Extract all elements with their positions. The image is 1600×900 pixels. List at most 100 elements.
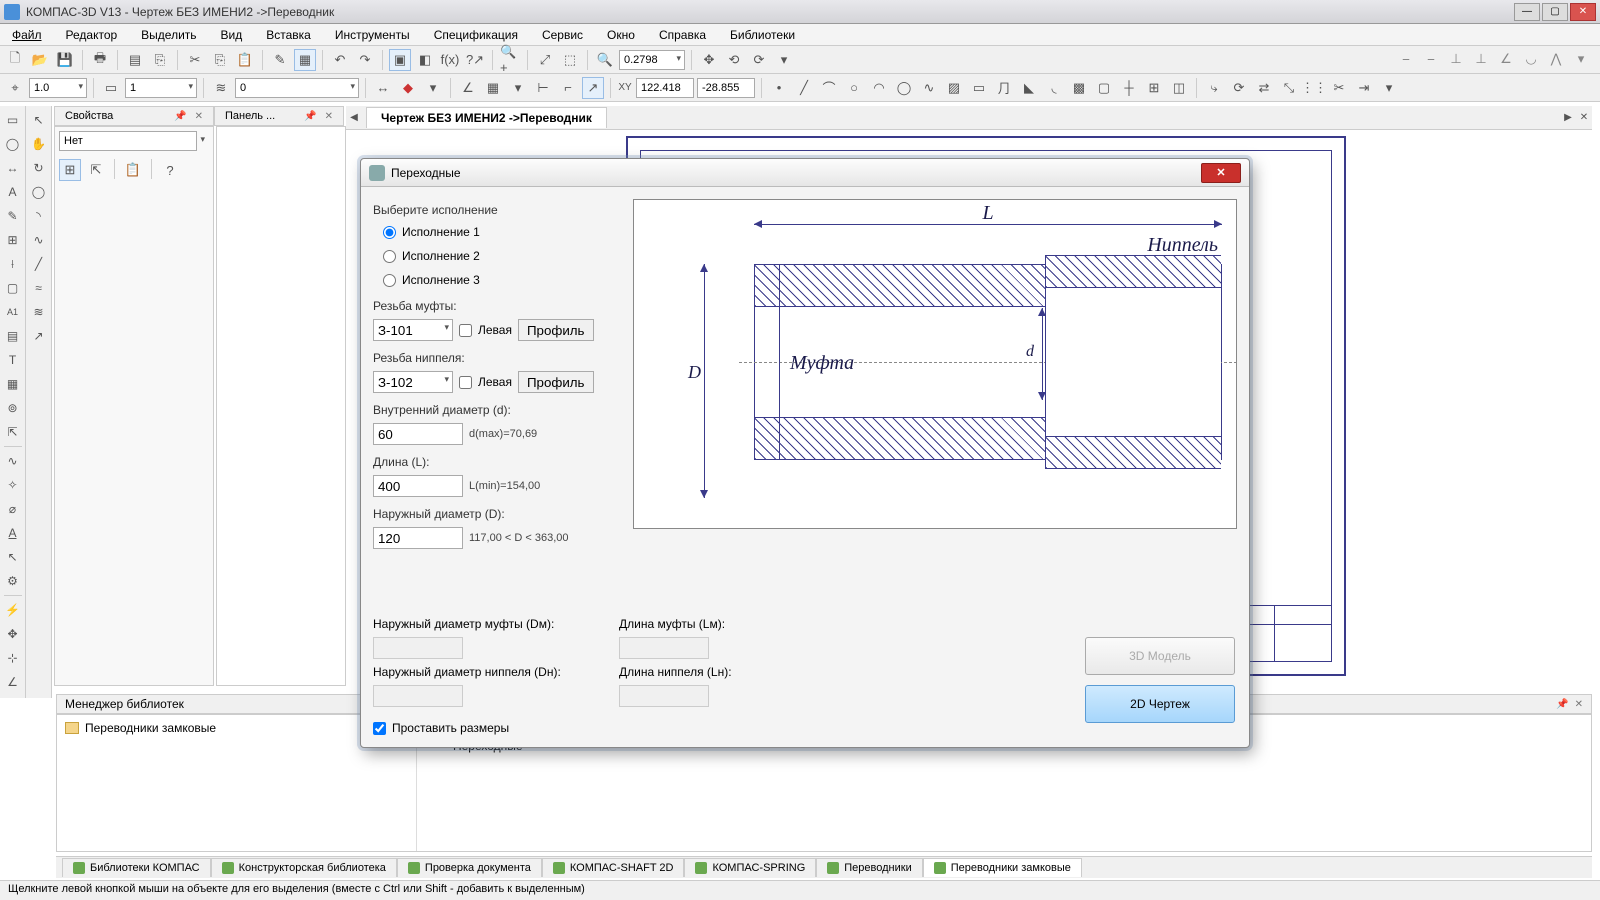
tree-panel-tab[interactable]: Панель ... 📌 ✕ bbox=[214, 106, 344, 126]
spline3-icon[interactable]: ≋ bbox=[29, 302, 49, 322]
2d-drawing-button[interactable]: 2D Чертеж bbox=[1085, 685, 1235, 723]
spline2-icon[interactable]: ≈ bbox=[29, 278, 49, 298]
close-icon[interactable]: ✕ bbox=[195, 111, 203, 122]
menu-insert[interactable]: Вставка bbox=[262, 26, 315, 44]
light-icon[interactable]: ⚡ bbox=[3, 600, 23, 620]
save-icon[interactable]: 💾 bbox=[54, 49, 76, 71]
thread-n-input[interactable] bbox=[373, 371, 453, 393]
select-icon[interactable]: ▭ bbox=[3, 110, 23, 130]
arc2-icon[interactable]: ◠ bbox=[868, 77, 890, 99]
cut-icon[interactable]: ✂ bbox=[184, 49, 206, 71]
pin-icon[interactable]: ⊹ bbox=[3, 648, 23, 668]
out-icon[interactable]: ↗ bbox=[29, 326, 49, 346]
zoom-window-icon[interactable]: ⬚ bbox=[559, 49, 581, 71]
radio-3[interactable] bbox=[383, 274, 396, 287]
tab-libs-kompas[interactable]: Библиотеки КОМПАС bbox=[62, 858, 211, 877]
preview-icon[interactable]: ▤ bbox=[124, 49, 146, 71]
fx-icon[interactable]: f(x) bbox=[439, 49, 461, 71]
param-icon[interactable]: ⊞ bbox=[3, 230, 23, 250]
segment-icon[interactable]: ╱ bbox=[793, 77, 815, 99]
layers-icon[interactable]: ≋ bbox=[210, 77, 232, 99]
target-icon[interactable]: ✥ bbox=[3, 624, 23, 644]
thread-icon[interactable]: ⌀ bbox=[3, 499, 23, 519]
move-icon[interactable]: ⤷ bbox=[1203, 77, 1225, 99]
coord-y-input[interactable] bbox=[697, 78, 755, 98]
font-icon[interactable]: A bbox=[3, 523, 23, 543]
loop-icon[interactable]: ↻ bbox=[29, 158, 49, 178]
snap-icon[interactable]: ⌖ bbox=[4, 77, 26, 99]
hatch-icon[interactable]: ▩ bbox=[1068, 77, 1090, 99]
rotate-icon[interactable]: ⟳ bbox=[1228, 77, 1250, 99]
tab-prev-icon[interactable]: ◀ bbox=[346, 112, 362, 123]
spec-icon[interactable]: A1 bbox=[3, 302, 23, 322]
tab-lock-adapters[interactable]: Переводники замковые bbox=[923, 858, 1082, 877]
layer-mgr-icon[interactable]: ▭ bbox=[100, 77, 122, 99]
pan-icon[interactable]: ✥ bbox=[698, 49, 720, 71]
menu-help[interactable]: Справка bbox=[655, 26, 710, 44]
ortho-icon[interactable]: ⌐ bbox=[557, 77, 579, 99]
trim-icon[interactable]: ✂ bbox=[1328, 77, 1350, 99]
close-icon[interactable]: ✕ bbox=[325, 111, 333, 122]
properties-panel-tab[interactable]: Свойства 📌 ✕ bbox=[54, 106, 214, 126]
zoom-in-icon[interactable]: 🔍+ bbox=[499, 49, 521, 71]
tab-next-icon[interactable]: ▶ bbox=[1560, 112, 1576, 123]
dim-icon[interactable]: ↔ bbox=[372, 77, 394, 99]
circle2-icon[interactable]: ⊚ bbox=[3, 398, 23, 418]
chevron-down-icon[interactable]: ▾ bbox=[1378, 77, 1400, 99]
arc-icon[interactable]: ⌒ bbox=[818, 77, 840, 99]
angle-icon[interactable]: ∠ bbox=[457, 77, 479, 99]
coord-x-input[interactable] bbox=[636, 78, 694, 98]
chamfer-icon[interactable]: ◣ bbox=[1018, 77, 1040, 99]
pin-icon[interactable]: 📌 bbox=[304, 111, 316, 122]
ellipse-icon[interactable]: ◯ bbox=[893, 77, 915, 99]
scale-input[interactable] bbox=[29, 78, 87, 98]
text-icon[interactable]: T bbox=[3, 350, 23, 370]
perp2-icon[interactable]: ⊥ bbox=[1470, 48, 1492, 70]
menu-spec[interactable]: Спецификация bbox=[430, 26, 522, 44]
measure-icon[interactable]: ⟊ bbox=[3, 254, 23, 274]
fillet-icon[interactable]: ◟ bbox=[1043, 77, 1065, 99]
menu-select[interactable]: Выделить bbox=[137, 26, 200, 44]
perp-icon[interactable]: ⊥ bbox=[1445, 48, 1467, 70]
lamp-icon[interactable]: ✧ bbox=[3, 475, 23, 495]
menu-window[interactable]: Окно bbox=[603, 26, 639, 44]
minimize-button[interactable]: — bbox=[1514, 3, 1540, 21]
option-3[interactable]: Исполнение 3 bbox=[373, 271, 621, 289]
tools-icon[interactable]: ⚙ bbox=[3, 571, 23, 591]
menu-libs[interactable]: Библиотеки bbox=[726, 26, 799, 44]
arrow-color-icon[interactable]: ◆ bbox=[397, 77, 419, 99]
geom-icon[interactable]: ◯ bbox=[3, 134, 23, 154]
menu-service[interactable]: Сервис bbox=[538, 26, 587, 44]
model-icon[interactable]: ◧ bbox=[414, 49, 436, 71]
arc3-icon[interactable]: ◝ bbox=[29, 206, 49, 226]
signs-icon[interactable]: A bbox=[3, 182, 23, 202]
chevron-down-icon[interactable]: ▾ bbox=[507, 77, 529, 99]
coords-icon[interactable]: XY bbox=[617, 77, 633, 99]
tangent-icon[interactable]: ◡ bbox=[1520, 48, 1542, 70]
tool-btn-3[interactable]: 📋 bbox=[122, 159, 144, 181]
chevron-down-icon[interactable]: ▾ bbox=[773, 49, 795, 71]
menu-tools[interactable]: Инструменты bbox=[331, 26, 414, 44]
geom2-icon[interactable]: ◯ bbox=[29, 182, 49, 202]
ruler-icon[interactable]: ⊢ bbox=[532, 77, 554, 99]
thread-m-input[interactable] bbox=[373, 319, 453, 341]
tool-btn-1[interactable]: ⊞ bbox=[59, 159, 81, 181]
option-2[interactable]: Исполнение 2 bbox=[373, 247, 621, 265]
style-input[interactable] bbox=[59, 131, 197, 151]
dialog-titlebar[interactable]: Переходные ✕ bbox=[361, 159, 1249, 187]
scale-icon[interactable]: ⤡ bbox=[1278, 77, 1300, 99]
polyline-icon[interactable]: ⺆ bbox=[993, 77, 1015, 99]
scale-combo[interactable] bbox=[29, 78, 87, 98]
table2-icon[interactable]: ▦ bbox=[3, 374, 23, 394]
circle-icon[interactable]: ○ bbox=[843, 77, 865, 99]
radio-1[interactable] bbox=[383, 226, 396, 239]
zoom-combo[interactable] bbox=[619, 50, 685, 70]
menu-editor[interactable]: Редактор bbox=[62, 26, 122, 44]
pointer-icon[interactable]: ↖ bbox=[3, 547, 23, 567]
brush-icon[interactable]: ✎ bbox=[269, 49, 291, 71]
block-icon[interactable]: ▢ bbox=[1093, 77, 1115, 99]
close-icon[interactable]: ✕ bbox=[1575, 699, 1583, 710]
layer-input[interactable] bbox=[235, 78, 359, 98]
angle-icon[interactable]: ∠ bbox=[1495, 48, 1517, 70]
extend-icon[interactable]: ⇥ bbox=[1353, 77, 1375, 99]
